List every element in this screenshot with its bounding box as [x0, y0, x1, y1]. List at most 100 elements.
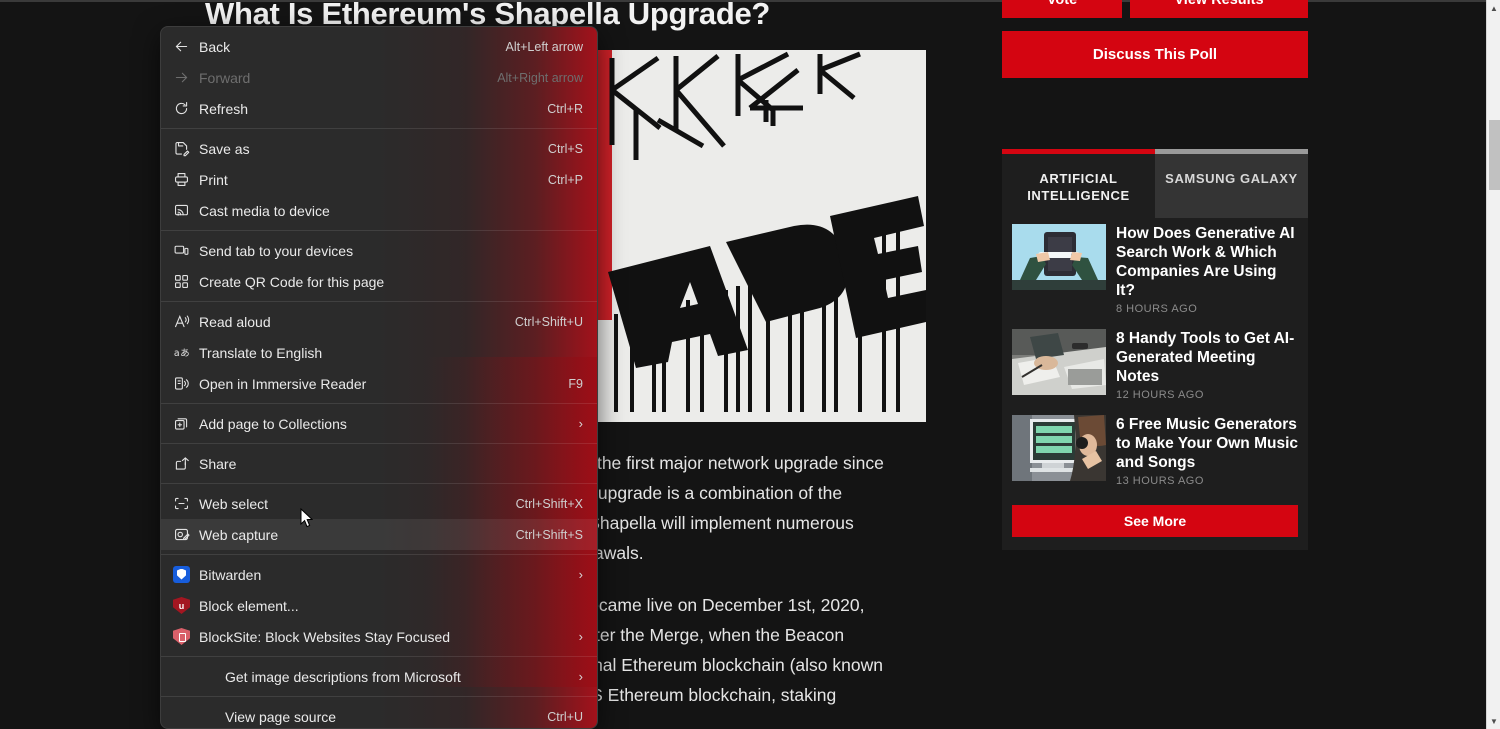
menu-item-label: Add page to Collections [199, 415, 347, 432]
chevron-right-icon: › [578, 416, 583, 431]
read-aloud-icon [173, 313, 199, 330]
tab-artificial-intelligence[interactable]: ARTIFICIAL INTELLIGENCE [1002, 149, 1155, 218]
body-line: original Ethereum blockchain (also known [560, 655, 883, 675]
menu-item-bitwarden[interactable]: Bitwarden › [161, 559, 597, 590]
menu-item-open-in-immersive-reader[interactable]: Open in Immersive Reader F9 [161, 368, 597, 399]
menu-item-shortcut: Ctrl+Shift+X [515, 496, 583, 511]
article-thumbnail [1012, 329, 1106, 395]
menu-separator [161, 403, 597, 404]
scroll-up-arrow-icon[interactable]: ▲ [1487, 0, 1500, 16]
menu-item-save-as[interactable]: Save as Ctrl+S [161, 133, 597, 164]
news-text: 8 Handy Tools to Get AI-Generated Meetin… [1116, 329, 1298, 401]
menu-item-add-page-to-collections[interactable]: Add page to Collections › [161, 408, 597, 439]
menu-item-send-tab-to-your-devices[interactable]: Send tab to your devices [161, 235, 597, 266]
body-line: h. After the Merge, when the Beacon [560, 625, 845, 645]
blocksite-icon [173, 628, 199, 645]
chevron-right-icon: › [578, 669, 583, 684]
list-item[interactable]: 6 Free Music Generators to Make Your Own… [1012, 415, 1298, 487]
menu-item-share[interactable]: Share [161, 448, 597, 479]
chevron-right-icon: › [578, 629, 583, 644]
menu-item-web-capture[interactable]: Web capture Ctrl+Shift+S [161, 519, 597, 550]
poll-actions: Vote View Results [1002, 0, 1308, 18]
body-line: 3, is the first major network upgrade si… [560, 453, 884, 473]
web-select-icon [173, 495, 199, 512]
browser-viewport: What Is Ethereum's Shapella Upgrade? 3, … [0, 0, 1500, 729]
menu-item-label: View page source [225, 708, 337, 725]
web-capture-icon [173, 526, 199, 543]
save-icon [173, 140, 199, 157]
svg-text:a: a [174, 348, 180, 359]
menu-item-shortcut: Ctrl+U [547, 709, 583, 724]
qr-code-icon [173, 273, 199, 290]
menu-separator [161, 696, 597, 697]
menu-item-label: Block element... [199, 597, 299, 614]
context-menu: Back Alt+Left arrow Forward Alt+Right arrow… [160, 26, 598, 729]
menu-item-get-image-descriptions-from-microsoft[interactable]: Get image descriptions from Microsoft › [161, 661, 597, 692]
page-scrollbar[interactable]: ▲ ▼ [1486, 0, 1500, 729]
chevron-right-icon: › [578, 567, 583, 582]
tab-samsung-galaxy[interactable]: SAMSUNG GALAXY [1155, 149, 1308, 218]
news-title: How Does Generative AI Search Work & Whi… [1116, 225, 1295, 299]
body-line: ult, Shapella will implement numerous [560, 513, 854, 533]
translate-icon: aあ [173, 344, 199, 361]
menu-item-create-qr-code-for-this-page[interactable]: Create QR Code for this page [161, 266, 597, 297]
menu-item-shortcut: Ctrl+S [547, 141, 583, 156]
menu-item-label: Translate to English [199, 344, 323, 361]
share-icon [173, 455, 199, 472]
menu-item-label: Web select [199, 495, 268, 512]
list-item[interactable]: 8 Handy Tools to Get AI-Generated Meetin… [1012, 329, 1298, 401]
svg-text:あ: あ [180, 348, 189, 359]
news-text: How Does Generative AI Search Work & Whi… [1116, 224, 1298, 315]
scroll-down-arrow-icon[interactable]: ▼ [1487, 713, 1500, 729]
menu-item-label: Read aloud [199, 313, 271, 330]
menu-item-refresh[interactable]: Refresh Ctrl+R [161, 93, 597, 124]
hero-graphic [608, 51, 926, 412]
menu-item-shortcut: Ctrl+R [547, 101, 583, 116]
body-line: This upgrade is a combination of the [560, 483, 843, 503]
menu-item-print[interactable]: Print Ctrl+P [161, 164, 597, 195]
scrollbar-thumb[interactable] [1489, 120, 1500, 190]
menu-item-read-aloud[interactable]: Read aloud Ctrl+Shift+U [161, 306, 597, 337]
menu-separator [161, 230, 597, 231]
menu-item-web-select[interactable]: Web select Ctrl+Shift+X [161, 488, 597, 519]
menu-item-translate-to-english[interactable]: a あ Translate to English [161, 337, 597, 368]
hero-image [598, 50, 926, 422]
menu-item-back[interactable]: Back Alt+Left arrow [161, 31, 597, 62]
menu-item-shortcut: Ctrl+Shift+U [514, 314, 583, 329]
see-more-button[interactable]: See More [1012, 505, 1298, 537]
news-title: 8 Handy Tools to Get AI-Generated Meetin… [1116, 330, 1295, 385]
discuss-poll-button[interactable]: Discuss This Poll [1002, 31, 1308, 78]
menu-item-label: Web capture [199, 526, 279, 543]
menu-item-label: BlockSite: Block Websites Stay Focused [199, 628, 451, 645]
menu-item-blocksite-block-websites-stay-focused[interactable]: BlockSite: Block Websites Stay Focused › [161, 621, 597, 652]
menu-item-block-element[interactable]: Block element... [161, 590, 597, 621]
article-paragraph-2: n, became live on December 1st, 2020, h.… [560, 590, 940, 710]
body-line: , became live on December 1st, 2020, [569, 595, 865, 615]
menu-item-cast-media-to-device[interactable]: Cast media to device [161, 195, 597, 226]
menu-item-label: Refresh [199, 100, 249, 117]
news-tabs: ARTIFICIAL INTELLIGENCE SAMSUNG GALAXY [1002, 149, 1308, 218]
cast-icon [173, 202, 199, 219]
menu-separator [161, 443, 597, 444]
collections-icon [173, 415, 199, 432]
list-item[interactable]: How Does Generative AI Search Work & Whi… [1012, 224, 1298, 315]
forward-arrow-icon [173, 69, 199, 86]
menu-item-forward: Forward Alt+Right arrow [161, 62, 597, 93]
menu-item-view-page-source[interactable]: View page source Ctrl+U [161, 701, 597, 728]
refresh-icon [173, 100, 199, 117]
article-body: 3, is the first major network upgrade si… [560, 448, 940, 729]
news-timestamp: 12 HOURS AGO [1116, 389, 1204, 401]
news-list: How Does Generative AI Search Work & Whi… [1002, 218, 1308, 487]
menu-item-shortcut: Alt+Right arrow [497, 70, 583, 85]
menu-item-label: Bitwarden [199, 566, 262, 583]
view-results-button[interactable]: View Results [1130, 0, 1308, 18]
ublock-origin-icon [173, 597, 199, 614]
menu-item-label: Send tab to your devices [199, 242, 354, 259]
menu-separator [161, 128, 597, 129]
back-arrow-icon [173, 38, 199, 55]
menu-item-label: Print [199, 171, 228, 188]
vote-button[interactable]: Vote [1002, 0, 1122, 18]
bitwarden-icon [173, 566, 199, 583]
menu-item-label: Forward [199, 69, 251, 86]
menu-separator [161, 483, 597, 484]
